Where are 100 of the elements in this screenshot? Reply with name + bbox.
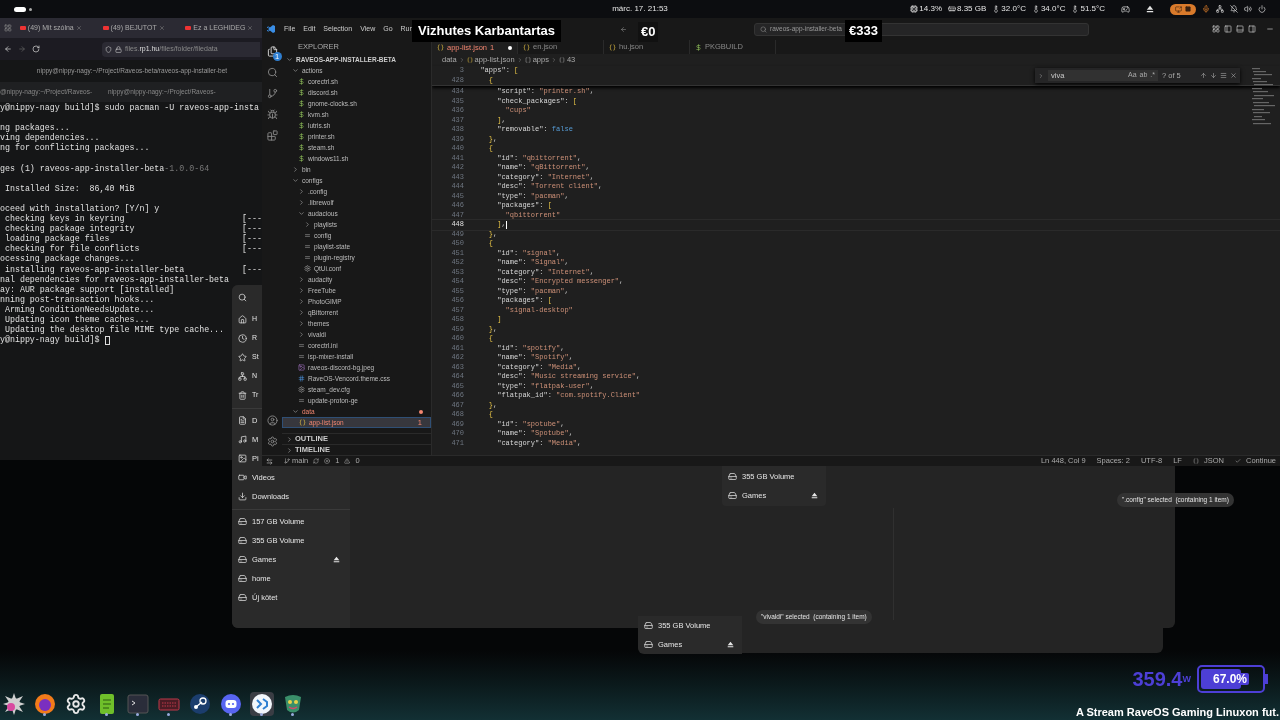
braces-icon bbox=[558, 57, 565, 63]
back-icon[interactable] bbox=[620, 25, 627, 33]
volume-icon[interactable] bbox=[1244, 5, 1252, 13]
drive-icon bbox=[238, 593, 247, 602]
lines-icon[interactable] bbox=[1220, 72, 1227, 79]
terminal-line: checking keys in keyring bbox=[3, 214, 125, 224]
power-icon[interactable] bbox=[1258, 5, 1266, 13]
drive-icon bbox=[728, 472, 737, 481]
layout-icon[interactable] bbox=[1212, 25, 1220, 33]
video-site-icon bbox=[102, 26, 109, 30]
error-icon bbox=[324, 458, 331, 464]
screen-share-indicator[interactable] bbox=[1170, 3, 1196, 15]
terminal-line: ng packages... bbox=[0, 123, 70, 133]
remote-icon[interactable] bbox=[266, 457, 273, 465]
terminal-line: ges (1) raveos-app-installer-beta-1.0.0-64 bbox=[0, 163, 210, 174]
search-icon[interactable] bbox=[266, 67, 278, 78]
account-icon[interactable] bbox=[266, 415, 278, 426]
back-icon[interactable] bbox=[4, 45, 12, 53]
chevron-down-icon bbox=[298, 210, 305, 217]
eject-icon[interactable] bbox=[727, 641, 734, 648]
music-icon bbox=[238, 435, 247, 444]
eject-icon[interactable] bbox=[1146, 5, 1154, 13]
dock-button[interactable] bbox=[64, 692, 88, 716]
terminal-line: Updating icon theme caches... bbox=[3, 314, 150, 325]
panel-bottom-icon[interactable] bbox=[1236, 25, 1244, 33]
clock[interactable]: márc. 17. 21:53 bbox=[612, 3, 668, 15]
dock-button[interactable] bbox=[219, 692, 243, 716]
notifications-off-icon[interactable] bbox=[1230, 5, 1238, 13]
terminal-line: y@nippy-nagy build]$ bbox=[0, 335, 101, 346]
braces-icon bbox=[466, 57, 473, 63]
lines-icon bbox=[304, 232, 311, 239]
eject-icon[interactable] bbox=[811, 492, 818, 499]
thermometer-icon bbox=[1031, 5, 1040, 13]
network-icon bbox=[238, 372, 247, 381]
chevron-right-icon bbox=[304, 221, 311, 228]
progress-text: [--- bbox=[242, 224, 262, 234]
dock-button[interactable] bbox=[250, 692, 274, 716]
chevron-right-icon bbox=[458, 57, 465, 63]
settings-icon[interactable] bbox=[266, 436, 278, 447]
overlay-amount: €0 bbox=[638, 22, 659, 42]
lock-icon bbox=[115, 45, 122, 53]
dollar-icon bbox=[298, 144, 305, 151]
dollar-icon bbox=[298, 111, 305, 118]
chevron-down-icon bbox=[292, 177, 299, 184]
video-site-icon bbox=[19, 26, 26, 30]
browser-icon bbox=[34, 693, 56, 715]
workspace-indicator[interactable] bbox=[14, 6, 26, 12]
eject-icon[interactable] bbox=[333, 556, 340, 563]
screen-share-icon bbox=[1175, 5, 1182, 13]
terminal-line: oceed with installation? [Y/n] y bbox=[0, 203, 160, 214]
close-icon[interactable] bbox=[1230, 72, 1237, 79]
reload-icon[interactable] bbox=[32, 45, 40, 53]
terminal-line: ay: AUR package support [installed] bbox=[0, 284, 175, 295]
arrow-down-icon[interactable] bbox=[1210, 72, 1217, 79]
braces-icon bbox=[299, 419, 306, 426]
progress-text: [--- bbox=[242, 234, 262, 244]
panel-right-icon[interactable] bbox=[1248, 25, 1256, 33]
dock-button[interactable] bbox=[188, 692, 212, 716]
terminal-line: Installed Size: 86,40 MiB bbox=[3, 183, 135, 194]
terminal-line: y@nippy-nagy build]$ sudo pacman -U raveos-app-insta bbox=[0, 103, 259, 114]
system-stat: 8.35 GB bbox=[957, 3, 987, 15]
dock-button[interactable] bbox=[2, 692, 26, 716]
shield-icon bbox=[105, 45, 112, 53]
source-control-icon[interactable] bbox=[266, 88, 278, 99]
terminal-line: loading package files bbox=[3, 234, 110, 244]
terminal-icon bbox=[127, 693, 149, 715]
dock-button[interactable] bbox=[33, 692, 57, 716]
microphone-icon[interactable] bbox=[1202, 5, 1210, 13]
tabs-icon[interactable] bbox=[4, 24, 12, 32]
terminal-line: installing raveos-app-installer-beta bbox=[3, 264, 185, 275]
dollar-icon bbox=[695, 43, 702, 51]
network-icon[interactable] bbox=[1216, 5, 1224, 13]
sync-icon[interactable] bbox=[313, 458, 320, 464]
search-icon[interactable] bbox=[238, 293, 247, 302]
braces-icon bbox=[1192, 458, 1199, 464]
arrow-up-icon[interactable] bbox=[1200, 72, 1207, 79]
terminal-line: ocessing package changes... bbox=[0, 254, 135, 265]
memory-icon bbox=[948, 5, 956, 13]
files-icon[interactable] bbox=[266, 46, 278, 57]
progress-text: [--- bbox=[242, 244, 262, 255]
brackets-icon bbox=[524, 57, 531, 63]
image-icon bbox=[298, 364, 305, 371]
lines-icon bbox=[298, 342, 305, 349]
minimap bbox=[1250, 66, 1276, 126]
chip-icon bbox=[910, 5, 919, 13]
overlay-amount: €333 bbox=[845, 20, 882, 42]
dollar-icon bbox=[298, 100, 305, 107]
mask-icon bbox=[282, 693, 304, 715]
terminal-line: Updating the desktop file MIME type cache... bbox=[3, 325, 225, 335]
dollar-icon bbox=[298, 122, 305, 129]
extensions-icon[interactable] bbox=[266, 130, 278, 141]
gear-icon bbox=[65, 693, 87, 715]
check-icon bbox=[1234, 458, 1241, 464]
gamepad-icon[interactable] bbox=[1121, 4, 1130, 14]
clock-icon bbox=[238, 334, 247, 343]
debug-icon[interactable] bbox=[266, 109, 278, 120]
panel-left-icon[interactable] bbox=[1224, 25, 1232, 33]
dollar-icon bbox=[298, 89, 305, 96]
hash-icon bbox=[298, 375, 305, 382]
dollar-icon bbox=[298, 155, 305, 162]
